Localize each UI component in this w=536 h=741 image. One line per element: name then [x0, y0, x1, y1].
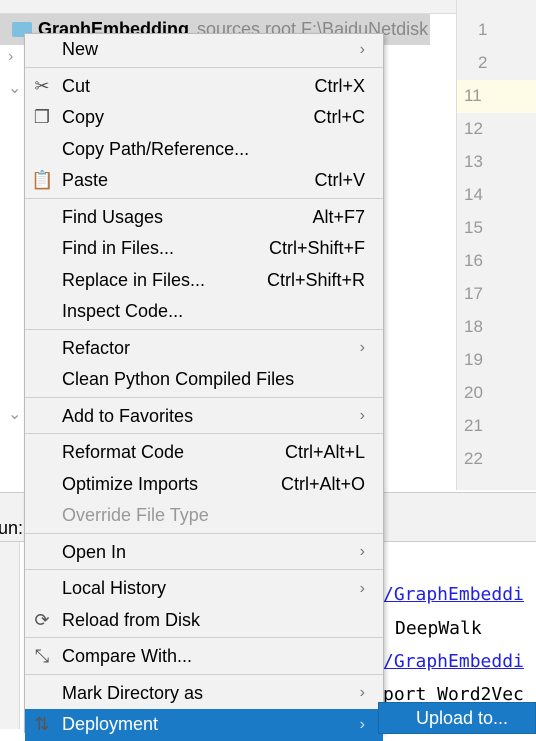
line-number: 2 — [478, 53, 488, 72]
paste-icon: 📋 — [31, 170, 54, 191]
menu-item-inspect-code[interactable]: Inspect Code... — [25, 296, 383, 328]
menu-item-deployment[interactable]: ⇅ Deployment › — [25, 709, 383, 741]
compare-icon: ⤡ — [34, 646, 50, 667]
shortcut: Ctrl+Alt+L — [284, 442, 365, 463]
line-number: 14 — [464, 185, 483, 204]
menu-item-copy-path-reference[interactable]: Copy Path/Reference... — [25, 134, 383, 166]
menu-item-clean-python-compiled-files[interactable]: Clean Python Compiled Files — [25, 364, 383, 396]
menu-item-label: Compare With... — [62, 646, 193, 667]
shortcut: Ctrl+Shift+F — [268, 238, 365, 259]
line-number: 20 — [464, 383, 483, 402]
shortcut: Ctrl+C — [313, 107, 365, 128]
menu-item-compare-with[interactable]: ⤡ Compare With... — [25, 641, 383, 673]
shortcut: Ctrl+Shift+R — [266, 269, 365, 290]
menu-item-label: Mark Directory as — [62, 682, 204, 703]
line-number: 13 — [464, 152, 483, 171]
submenu-label: Upload to... — [416, 707, 509, 728]
line-number: 17 — [464, 284, 483, 303]
output-line: DeepWalk — [395, 618, 482, 639]
shortcut: Ctrl+X — [314, 75, 365, 96]
menu-item-label: Replace in Files... — [62, 269, 206, 290]
menu-item-open-in[interactable]: Open In › — [25, 537, 383, 569]
shortcut: Alt+F7 — [312, 206, 365, 227]
menu-item-label: Copy Path/Reference... — [62, 138, 250, 159]
menu-item-label: Open In — [62, 541, 127, 562]
menu-item-reformat-code[interactable]: Reformat Code Ctrl+Alt+L — [25, 437, 383, 469]
submenu-arrow-icon: › — [359, 715, 365, 733]
menu-item-label: Inspect Code... — [62, 301, 184, 322]
menu-item-local-history[interactable]: Local History › — [25, 573, 383, 605]
menu-item-label: Override File Type — [62, 505, 209, 526]
line-number: 12 — [464, 119, 483, 138]
menu-item-label: Reformat Code — [62, 442, 185, 463]
menu-item-new[interactable]: New › — [25, 34, 383, 66]
line-number: 18 — [464, 317, 483, 336]
output-link[interactable]: /GraphEmbeddi — [383, 651, 524, 672]
menu-item-cut[interactable]: ✂ Cut Ctrl+X — [25, 71, 383, 103]
submenu-arrow-icon: › — [359, 407, 365, 425]
menu-item-label: Paste — [62, 170, 109, 191]
menu-item-override-file-type: Override File Type — [25, 500, 383, 532]
menu-item-label: Add to Favorites — [62, 405, 194, 426]
menu-item-find-usages[interactable]: Find Usages Alt+F7 — [25, 202, 383, 234]
copy-icon: ❐ — [33, 107, 51, 128]
menu-item-label: New — [62, 39, 99, 60]
scissors-icon: ✂ — [34, 75, 50, 96]
line-number: 1 — [478, 20, 488, 39]
run-label: un: — [0, 518, 24, 538]
submenu-arrow-icon: › — [359, 684, 365, 702]
deployment-icon: ⇅ — [34, 714, 50, 735]
menu-item-label: Cut — [62, 75, 91, 96]
run-toolbar — [0, 542, 20, 729]
menu-item-label: Find in Files... — [62, 238, 175, 259]
shortcut: Ctrl+V — [314, 170, 365, 191]
shortcut: Ctrl+Alt+O — [280, 473, 365, 494]
line-number: 15 — [464, 218, 483, 237]
context-menu: New › ✂ Cut Ctrl+X ❐ Copy Ctrl+C Copy Path/Refer… — [24, 33, 384, 741]
menu-item-paste[interactable]: 📋 Paste Ctrl+V — [25, 165, 383, 197]
menu-item-label: Refactor — [62, 337, 131, 358]
menu-item-optimize-imports[interactable]: Optimize Imports Ctrl+Alt+O — [25, 469, 383, 501]
submenu-arrow-icon: › — [359, 339, 365, 357]
line-number: 22 — [464, 449, 483, 468]
line-number: 16 — [464, 251, 483, 270]
menu-item-label: Deployment — [62, 714, 159, 735]
menu-item-label: Reload from Disk — [62, 609, 201, 630]
menu-item-add-to-favorites[interactable]: Add to Favorites › — [25, 401, 383, 433]
menu-item-mark-directory-as[interactable]: Mark Directory as › — [25, 678, 383, 710]
chevron-down-icon[interactable]: ⌄ — [8, 404, 21, 424]
submenu-item-upload-to[interactable]: Upload to... — [378, 702, 536, 734]
line-number: 11 — [464, 86, 482, 105]
line-number: 21 — [464, 416, 483, 435]
menu-item-reload-from-disk[interactable]: ⟳ Reload from Disk — [25, 605, 383, 637]
output-link[interactable]: /GraphEmbeddi — [383, 584, 524, 605]
chevron-right-icon[interactable]: › — [8, 48, 13, 66]
menu-item-label: Clean Python Compiled Files — [62, 369, 295, 390]
menu-item-label: Local History — [62, 578, 167, 599]
chevron-down-icon[interactable]: ⌄ — [8, 78, 21, 98]
submenu-arrow-icon: › — [359, 579, 365, 597]
submenu-arrow-icon: › — [359, 40, 365, 58]
menu-item-label: Find Usages — [62, 206, 164, 227]
reload-icon: ⟳ — [34, 609, 50, 630]
submenu-arrow-icon: › — [359, 543, 365, 561]
menu-item-find-in-files[interactable]: Find in Files... Ctrl+Shift+F — [25, 233, 383, 265]
line-number: 19 — [464, 350, 483, 369]
menu-item-copy[interactable]: ❐ Copy Ctrl+C — [25, 102, 383, 134]
toolbar — [0, 0, 456, 14]
menu-item-replace-in-files[interactable]: Replace in Files... Ctrl+Shift+R — [25, 265, 383, 297]
menu-item-label: Copy — [62, 107, 105, 128]
menu-item-refactor[interactable]: Refactor › — [25, 333, 383, 365]
menu-item-label: Optimize Imports — [62, 473, 199, 494]
